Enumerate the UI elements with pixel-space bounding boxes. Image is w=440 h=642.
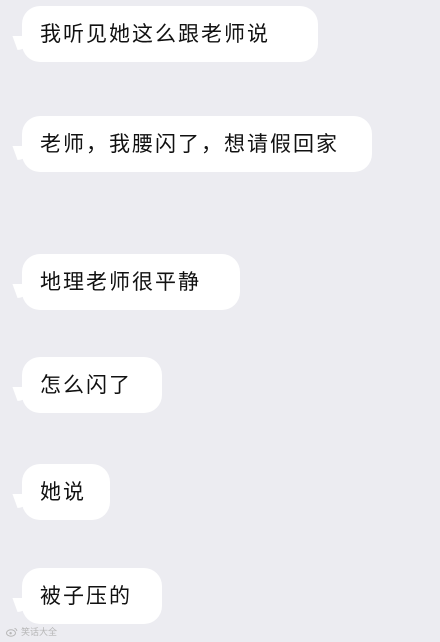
message-text: 被子压的 xyxy=(40,584,132,608)
message-text: 怎么闪了 xyxy=(40,373,132,397)
message-bubble[interactable]: 地理老师很平静 xyxy=(22,254,240,310)
message-text: 老师，我腰闪了，想请假回家 xyxy=(40,132,339,156)
weibo-logo-icon xyxy=(6,627,18,637)
watermark: 笑话大全 xyxy=(6,625,57,638)
message-text: 地理老师很平静 xyxy=(40,270,201,294)
message-bubble[interactable]: 被子压的 xyxy=(22,568,162,624)
message-bubble[interactable]: 怎么闪了 xyxy=(22,357,162,413)
chat-thread: 我听见她这么跟老师说 老师，我腰闪了，想请假回家 地理老师很平静 怎么闪了 她说… xyxy=(0,0,440,642)
watermark-text: 笑话大全 xyxy=(21,628,58,638)
message-bubble[interactable]: 老师，我腰闪了，想请假回家 xyxy=(22,116,372,172)
message-bubble[interactable]: 她说 xyxy=(22,464,110,520)
message-text: 我听见她这么跟老师说 xyxy=(40,22,270,46)
message-text: 她说 xyxy=(40,480,86,504)
message-bubble[interactable]: 我听见她这么跟老师说 xyxy=(22,6,318,62)
